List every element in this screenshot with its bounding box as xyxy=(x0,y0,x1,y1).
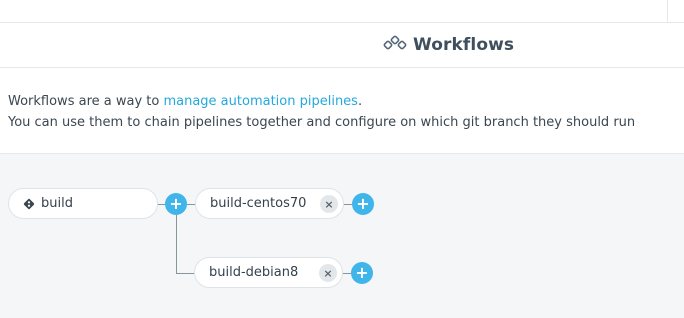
description-prefix: Workflows are a way to xyxy=(8,94,164,109)
header-title-group: Workflows xyxy=(383,23,514,67)
manage-pipelines-link[interactable]: manage automation pipelines xyxy=(163,94,358,109)
workflow-node-label: build-centos70 xyxy=(210,196,307,211)
add-after-build-button[interactable]: + xyxy=(165,193,187,215)
add-after-build-centos70-button[interactable]: + xyxy=(352,193,374,215)
description-line-1: Workflows are a way to manage automation… xyxy=(8,91,635,112)
top-strip xyxy=(0,0,684,23)
page-title: Workflows xyxy=(413,35,515,55)
connector-debian-to-add xyxy=(342,273,351,274)
connector-to-debian xyxy=(176,273,195,274)
remove-node-button[interactable]: × xyxy=(319,264,337,282)
connector-vertical xyxy=(176,215,177,274)
workflow-node-build-centos70[interactable]: build-centos70 × xyxy=(195,188,344,219)
page-header: Workflows xyxy=(0,23,684,68)
remove-node-button[interactable]: × xyxy=(320,195,338,213)
workflow-icon xyxy=(383,34,407,56)
workflow-node-label: build-debian8 xyxy=(209,265,299,280)
connector-centos-to-add xyxy=(343,204,352,205)
top-strip-divider xyxy=(667,0,668,22)
workflow-node-label: build xyxy=(41,196,73,211)
git-branch-icon xyxy=(23,198,35,210)
description-line-2: You can use them to chain pipelines toge… xyxy=(8,115,636,130)
workflow-node-build-debian8[interactable]: build-debian8 × xyxy=(194,257,343,288)
workflow-canvas: build + build-centos70 × + build-debian8… xyxy=(0,153,684,318)
workflow-node-build[interactable]: build xyxy=(8,188,158,219)
add-after-build-debian8-button[interactable]: + xyxy=(351,262,373,284)
description: Workflows are a way to manage automation… xyxy=(8,91,635,133)
description-suffix: . xyxy=(357,94,363,109)
